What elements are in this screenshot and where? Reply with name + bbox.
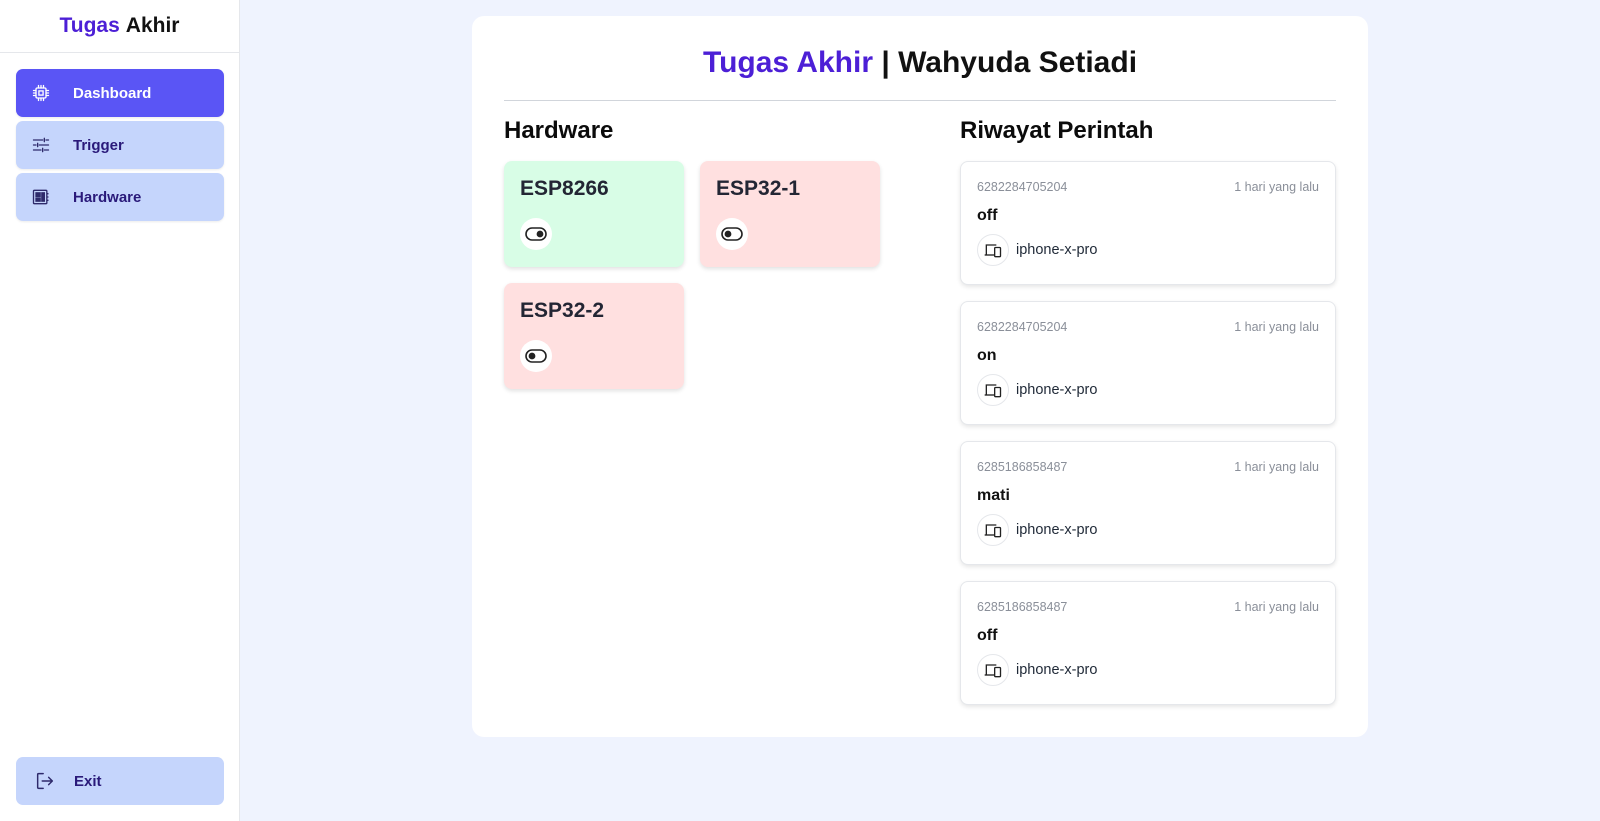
- sidebar-nav: Dashboard Trigger Hardware: [16, 69, 224, 225]
- page-title: Tugas Akhir | Wahyuda Setiadi: [504, 46, 1336, 80]
- title-accent: Tugas Akhir: [702, 46, 873, 79]
- sidebar-item-label: Trigger: [73, 136, 124, 154]
- sidebar-item-trigger[interactable]: Trigger: [16, 121, 224, 169]
- toggle-icon[interactable]: [520, 340, 552, 372]
- brand-logo[interactable]: Tugas Akhir: [0, 0, 239, 53]
- history-command: off: [977, 627, 998, 644]
- history-number: 6285186858487: [977, 460, 1068, 474]
- cpu-icon: [30, 82, 52, 104]
- history-device: iphone-x-pro: [1016, 662, 1098, 678]
- history-item: 6285186858487 1 hari yang lalu mati ipho…: [960, 441, 1336, 565]
- exit-button[interactable]: Exit: [16, 757, 224, 805]
- brand-accent: Tugas: [59, 14, 120, 37]
- history-time: 1 hari yang lalu: [1234, 320, 1319, 334]
- history-number: 6282284705204: [977, 180, 1068, 194]
- toggle-icon[interactable]: [716, 218, 748, 250]
- devices-icon: [977, 374, 1009, 406]
- title-separator: |: [881, 46, 890, 79]
- devices-icon: [977, 514, 1009, 546]
- title-name: Wahyuda Setiadi: [898, 46, 1138, 79]
- sidebar-item-hardware[interactable]: Hardware: [16, 173, 224, 221]
- hardware-card-esp32-1[interactable]: ESP32-1: [700, 161, 880, 267]
- brand-rest: Akhir: [125, 14, 180, 37]
- history-section-title: Riwayat Perintah: [960, 117, 1154, 144]
- history-device: iphone-x-pro: [1016, 382, 1098, 398]
- history-command: mati: [977, 487, 1010, 504]
- hardware-board-icon: [30, 186, 52, 208]
- devices-icon: [977, 234, 1009, 266]
- logout-icon: [34, 770, 56, 792]
- history-time: 1 hari yang lalu: [1234, 180, 1319, 194]
- history-device: iphone-x-pro: [1016, 242, 1098, 258]
- hardware-card-esp32-2[interactable]: ESP32-2: [504, 283, 684, 389]
- history-number: 6282284705204: [977, 320, 1068, 334]
- hardware-name: ESP8266: [520, 177, 609, 200]
- hardware-name: ESP32-1: [716, 177, 801, 200]
- history-number: 6285186858487: [977, 600, 1068, 614]
- history-command: off: [977, 207, 998, 224]
- exit-label: Exit: [74, 772, 102, 790]
- dashboard-card: Tugas Akhir | Wahyuda Setiadi Hardware E…: [472, 16, 1368, 737]
- toggle-icon[interactable]: [520, 218, 552, 250]
- sidebar-item-label: Hardware: [73, 188, 142, 206]
- history-item: 6282284705204 1 hari yang lalu off iphon…: [960, 161, 1336, 285]
- hardware-section-title: Hardware: [504, 117, 614, 144]
- history-command: on: [977, 347, 997, 364]
- sliders-icon: [30, 134, 52, 156]
- hardware-card-esp8266[interactable]: ESP8266: [504, 161, 684, 267]
- history-item: 6282284705204 1 hari yang lalu on iphone…: [960, 301, 1336, 425]
- sidebar: Tugas Akhir Dashboard Trigger Hardware E…: [0, 0, 240, 821]
- history-item: 6285186858487 1 hari yang lalu off iphon…: [960, 581, 1336, 705]
- hardware-name: ESP32-2: [520, 299, 605, 322]
- title-divider: [504, 100, 1336, 101]
- sidebar-item-label: Dashboard: [73, 84, 152, 102]
- history-time: 1 hari yang lalu: [1234, 600, 1319, 614]
- history-time: 1 hari yang lalu: [1234, 460, 1319, 474]
- devices-icon: [977, 654, 1009, 686]
- history-device: iphone-x-pro: [1016, 522, 1098, 538]
- sidebar-item-dashboard[interactable]: Dashboard: [16, 69, 224, 117]
